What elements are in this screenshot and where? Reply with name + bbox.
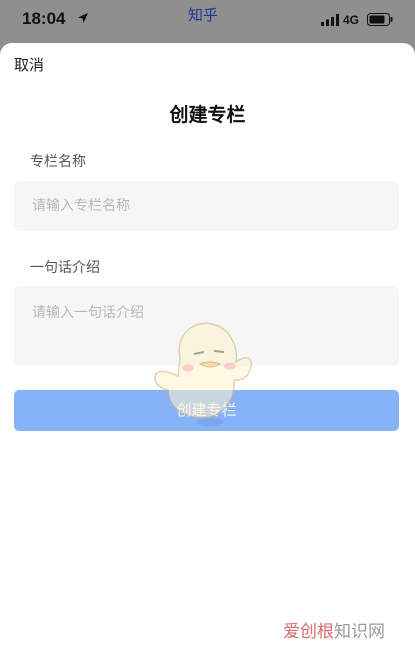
page-title: 创建专栏: [169, 104, 246, 126]
status-bar: 18:04 知乎 4G: [0, 0, 415, 40]
signal-bars-icon: [321, 14, 339, 26]
create-column-sheet: 取消 创建专栏 专栏名称 一句话介绍 创建专栏 爱创根知识网: [0, 43, 415, 648]
intro-label: 一句话介绍: [30, 260, 100, 276]
intro-input[interactable]: [14, 286, 399, 366]
create-column-button[interactable]: 创建专栏: [14, 390, 399, 431]
status-app-name: 知乎: [188, 6, 219, 24]
watermark-rest-text: 知识网: [334, 622, 385, 642]
network-type: 4G: [343, 13, 360, 27]
screen: 18:04 知乎 4G 取消 创建专栏 专栏名称 一句话介绍 创建专栏: [0, 0, 415, 648]
column-name-label: 专栏名称: [30, 154, 86, 170]
cancel-button[interactable]: 取消: [14, 54, 44, 75]
status-time: 18:04: [22, 9, 66, 28]
column-name-input[interactable]: [14, 181, 399, 231]
battery-icon: [367, 13, 393, 26]
watermark: 爱创根知识网: [283, 617, 385, 642]
location-arrow-icon: [78, 13, 88, 23]
watermark-accent-text: 爱创根: [283, 622, 334, 642]
